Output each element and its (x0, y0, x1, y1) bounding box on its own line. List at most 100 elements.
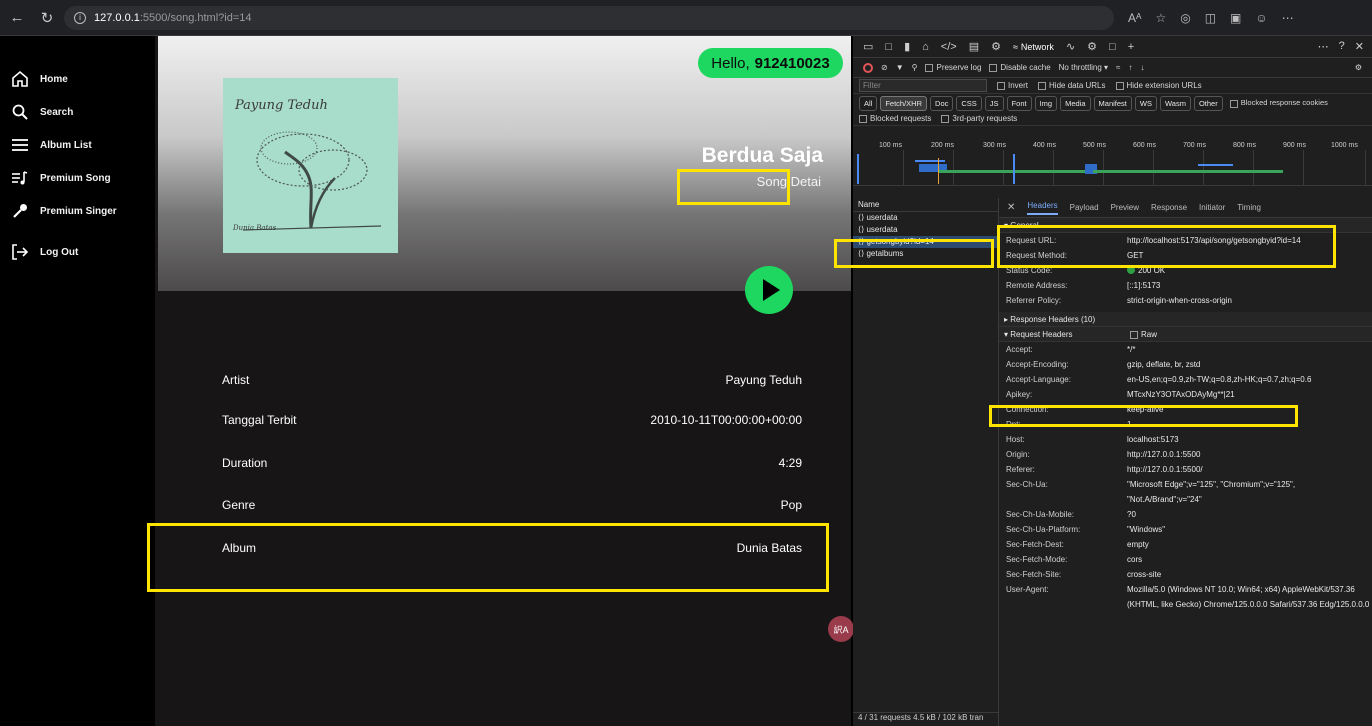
type-filter-ws[interactable]: WS (1134, 95, 1157, 111)
hide-data-urls-checkbox[interactable]: Hide data URLs (1038, 81, 1106, 90)
timeline-tick: 1000 ms (1331, 142, 1358, 149)
help-icon[interactable]: ? (1339, 40, 1345, 53)
filter-funnel-icon[interactable]: ▼ (896, 63, 904, 72)
third-party-checkbox[interactable]: 3rd-party requests (941, 114, 1017, 123)
song-detail-page: Payung Teduh Dunia Batas Hello, 912410023… (155, 36, 854, 726)
header-row: Remote Address: [::1]:5173 (1006, 281, 1161, 290)
profile-icon[interactable]: ☺ (1255, 11, 1267, 25)
preserve-log-checkbox[interactable]: Preserve log (925, 63, 981, 72)
blocked-cookies-checkbox[interactable]: Blocked response cookies (1229, 98, 1328, 108)
record-icon[interactable] (863, 62, 873, 73)
header-row: Accept-Language: en-US,en;q=0.9,zh-TW;q=0… (1006, 375, 1312, 384)
address-bar[interactable]: i 127.0.0.1:5500/song.html?id=14 (64, 5, 1114, 30)
request-headers-section-header[interactable]: ▾ Request Headers Raw (999, 327, 1372, 342)
network-conditions-icon[interactable]: ≈ (1116, 63, 1120, 72)
settings-icon[interactable]: ⚙ (1355, 63, 1362, 72)
request-row[interactable]: ⟨⟩ userdata (853, 224, 998, 236)
microphone-icon (8, 201, 32, 221)
detail-row-genre: Genre Pop (222, 498, 802, 518)
tab-initiator[interactable]: Initiator (1199, 203, 1225, 212)
filter-input[interactable]: Filter (859, 79, 987, 92)
sidebar-item-premium-singer[interactable]: Premium Singer (0, 201, 155, 221)
name-column-header[interactable]: Name (853, 198, 998, 212)
sidebar-item-label: Premium Song (40, 172, 111, 184)
split-screen-icon[interactable]: ◫ (1205, 11, 1216, 25)
sidebar-item-label: Home (40, 73, 68, 85)
collections-icon[interactable]: ▣ (1230, 11, 1241, 25)
type-filter-manifest[interactable]: Manifest (1093, 95, 1132, 111)
elements-icon[interactable]: </> (941, 41, 957, 53)
clear-icon[interactable]: ⊘ (881, 63, 888, 72)
console-icon[interactable]: ▤ (969, 40, 979, 53)
type-filter-all[interactable]: All (859, 95, 878, 111)
import-icon[interactable]: ↑ (1128, 63, 1132, 72)
extension-icon[interactable]: ◎ (1180, 11, 1190, 25)
detail-row-release-date: Tanggal Terbit 2010-10-11T00:00:00+00:00 (222, 413, 802, 433)
add-tab-icon[interactable]: + (1128, 41, 1134, 53)
type-filter-doc[interactable]: Doc (930, 95, 954, 111)
network-toolbar: ⊘ ▼ ⚲ Preserve log Disable cache No thro… (853, 58, 1372, 78)
type-filter-row: All Fetch/XHR Doc CSS JS Font Img Media … (853, 94, 1372, 112)
network-timeline[interactable]: 100 ms 200 ms 300 ms 400 ms 500 ms 600 m… (853, 140, 1372, 186)
tab-headers[interactable]: Headers (1027, 201, 1058, 215)
more-icon[interactable]: ⋯ (1282, 11, 1294, 25)
header-row: Accept-Encoding: gzip, deflate, br, zstd (1006, 360, 1201, 369)
info-icon[interactable]: i (74, 11, 86, 24)
tab-timing[interactable]: Timing (1237, 203, 1261, 212)
highlight-box-apikey (989, 405, 1298, 427)
type-filter-img[interactable]: Img (1034, 95, 1058, 111)
hide-extension-urls-checkbox[interactable]: Hide extension URLs (1115, 81, 1202, 90)
sidebar-item-album-list[interactable]: Album List (0, 135, 155, 155)
sidebar-item-label: Album List (40, 139, 92, 151)
blocked-requests-checkbox[interactable]: Blocked requests (859, 114, 931, 123)
back-icon[interactable]: ← (6, 9, 28, 26)
search-icon[interactable]: ⚲ (912, 63, 918, 72)
close-icon[interactable]: ✕ (1355, 40, 1364, 53)
type-filter-fetch-xhr[interactable]: Fetch/XHR (880, 95, 928, 111)
header-row: Apikey: MTcxNzY3OTAxODAyMg**|21 (1006, 390, 1235, 399)
detail-row-artist: Artist Payung Teduh (222, 373, 802, 393)
header-row: Sec-Ch-Ua: "Microsoft Edge";v="125", "Chr… (1006, 480, 1296, 504)
export-icon[interactable]: ↓ (1140, 63, 1144, 72)
throttling-select[interactable]: No throttling ▾ (1059, 63, 1108, 72)
sidebar-item-premium-song[interactable]: Premium Song (0, 168, 155, 188)
raw-checkbox[interactable]: Raw (1130, 327, 1157, 341)
play-button[interactable] (745, 266, 793, 314)
refresh-icon[interactable]: ↻ (36, 9, 58, 27)
timeline-tick: 100 ms (879, 142, 902, 149)
type-filter-css[interactable]: CSS (956, 95, 982, 111)
type-filter-media[interactable]: Media (1060, 95, 1091, 111)
response-headers-section-header[interactable]: ▸ Response Headers (10) (999, 312, 1372, 327)
application-icon[interactable]: □ (1109, 41, 1116, 53)
disable-cache-checkbox[interactable]: Disable cache (989, 63, 1051, 72)
type-filter-wasm[interactable]: Wasm (1159, 95, 1191, 111)
dock-icon[interactable]: ▮ (904, 40, 910, 53)
device-toolbar-icon[interactable]: ▭ (863, 40, 873, 53)
translate-button[interactable]: 訳A (828, 616, 854, 642)
sidebar-item-search[interactable]: Search (0, 102, 155, 122)
tab-preview[interactable]: Preview (1111, 203, 1139, 212)
tab-network[interactable]: ≈ Network (1013, 42, 1054, 52)
sidebar: Home Search Album List Premium Song Prem… (0, 36, 155, 726)
highlight-box-request (834, 239, 994, 268)
type-filter-other[interactable]: Other (1193, 95, 1223, 111)
invert-checkbox[interactable]: Invert (997, 81, 1028, 90)
type-filter-js[interactable]: JS (984, 95, 1004, 111)
detail-value: 4:29 (778, 456, 802, 470)
username: 912410023 (754, 54, 830, 72)
welcome-icon[interactable]: ⌂ (922, 41, 929, 53)
tab-payload[interactable]: Payload (1070, 203, 1099, 212)
sidebar-item-home[interactable]: Home (0, 69, 155, 89)
more-tools-icon[interactable]: ⋯ (1318, 40, 1329, 53)
tab-response[interactable]: Response (1151, 203, 1187, 212)
sources-icon[interactable]: ⚙ (991, 40, 1001, 53)
sidebar-item-log-out[interactable]: Log Out (0, 242, 155, 262)
request-row[interactable]: ⟨⟩ userdata (853, 212, 998, 224)
favorite-star-icon[interactable]: ☆ (1155, 11, 1166, 25)
memory-icon[interactable]: ⚙ (1087, 40, 1097, 53)
close-detail-icon[interactable]: ✕ (1007, 202, 1015, 213)
performance-icon[interactable]: ∿ (1066, 40, 1075, 53)
type-filter-font[interactable]: Font (1006, 95, 1032, 111)
read-aloud-icon[interactable]: Aᴬ (1128, 11, 1141, 25)
inspect-icon[interactable]: □ (885, 41, 892, 53)
